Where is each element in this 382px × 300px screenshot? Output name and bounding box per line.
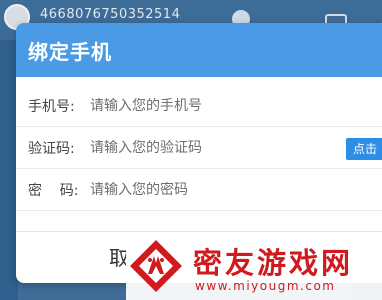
watermark-url: www.miyougm.com — [195, 279, 336, 293]
watermark-name: 密友游戏网 — [193, 246, 354, 280]
user-id-text: 4668076750352514 — [40, 7, 181, 22]
get-code-button[interactable]: 点击 — [346, 138, 382, 160]
phone-input[interactable] — [90, 97, 320, 114]
verification-code-input[interactable] — [90, 139, 320, 156]
password-input[interactable] — [90, 181, 320, 198]
verification-code-label: 验证码: — [28, 140, 75, 157]
password-row: 密 码: — [16, 169, 382, 211]
dialog-header: 绑定手机 — [16, 23, 382, 77]
phone-row: 手机号: — [16, 85, 382, 127]
password-label: 密 码: — [28, 182, 79, 199]
watermark-logo-icon — [130, 240, 182, 292]
dialog-title: 绑定手机 — [28, 39, 112, 64]
phone-label: 手机号: — [28, 98, 75, 115]
verification-code-row: 验证码: 点击 — [16, 127, 382, 169]
